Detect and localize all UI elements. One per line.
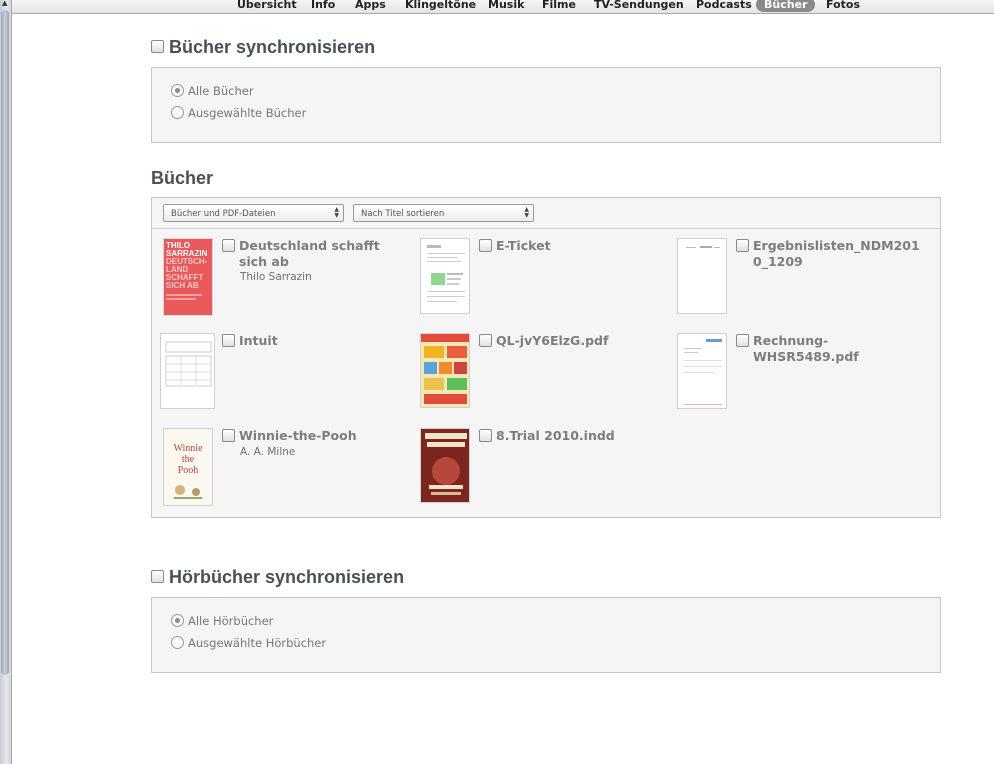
book-checkbox[interactable] (479, 429, 492, 442)
books-sort-select[interactable]: Nach Titel sortieren ▲ ▼ (353, 204, 534, 222)
bear-illustration-icon (174, 485, 202, 499)
radio-all-books[interactable]: Alle Bücher (171, 84, 254, 98)
book-cover-ticket (420, 238, 470, 314)
book-checkbox[interactable] (736, 334, 749, 347)
radio-selected-books[interactable]: Ausgewählte Bücher (171, 106, 306, 120)
scroll-up-arrow-icon[interactable]: ▲ (2, 0, 8, 7)
book-checkbox[interactable] (222, 429, 235, 442)
book-item[interactable]: THILO SARRAZIN DEUTSCH- LAND SCHAFFT SIC… (155, 238, 405, 328)
books-filter-select-value: Bücher und PDF-Dateien (171, 209, 276, 219)
tab-overview[interactable]: Übersicht (237, 0, 297, 12)
tab-music[interactable]: Musik (488, 0, 524, 12)
cover-text: Pooh (177, 465, 199, 476)
tab-apps[interactable]: Apps (355, 0, 386, 12)
book-cover-invoice (677, 333, 727, 409)
books-sync-checkbox[interactable] (151, 39, 164, 53)
cover-deco (166, 294, 202, 296)
book-title: Deutschland schafft sich ab (239, 238, 380, 269)
toolbar-divider (152, 228, 940, 229)
radio-all-books-label: Alle Bücher (188, 84, 254, 98)
radio-selected-books-label: Ausgewählte Bücher (188, 106, 307, 120)
book-checkbox[interactable] (222, 239, 235, 252)
scrollbar-thumb[interactable] (1, 10, 9, 675)
book-cover-flyer (420, 333, 470, 408)
book-item[interactable]: 8.Trial 2010.indd (412, 428, 662, 518)
book-title: Ergebnislisten_NDM2010_1209 (753, 238, 920, 269)
book-author: Thilo Sarrazin (240, 271, 312, 283)
cover-text: the (181, 454, 195, 465)
audiobooks-sync-title: Hörbücher synchronisieren (169, 567, 405, 587)
tab-tv-shows[interactable]: TV-Sendungen (594, 0, 684, 12)
audiobooks-sync-header: Hörbücher synchronisieren (151, 567, 404, 588)
book-title: Intuit (239, 333, 278, 348)
book-title: Rechnung-WHSR5489.pdf (753, 333, 859, 364)
cover-deco (166, 298, 196, 300)
tab-movies[interactable]: Filme (542, 0, 576, 12)
form-page-icon (165, 341, 212, 387)
tab-ringtones[interactable]: Klingeltöne (405, 0, 476, 12)
radio-all-audiobooks-indicator[interactable] (171, 614, 184, 627)
book-item[interactable]: Rechnung-WHSR5489.pdf (669, 333, 919, 423)
book-item[interactable]: QL-jvY6ElzG.pdf (412, 333, 662, 423)
book-cover-sarrazin: THILO SARRAZIN DEUTSCH- LAND SCHAFFT SIC… (163, 238, 213, 316)
books-sync-title: Bücher synchronisieren (169, 37, 376, 57)
book-checkbox[interactable] (736, 239, 749, 252)
book-cover-form (160, 333, 215, 409)
cover-text: Winnie (173, 443, 203, 454)
audiobooks-sync-options-box: Alle Hörbücher Ausgewählte Hörbücher (151, 597, 941, 673)
document-page-icon (427, 245, 465, 302)
book-item[interactable]: Ergebnislisten_NDM2010_1209 (669, 238, 920, 328)
radio-all-books-indicator[interactable] (171, 84, 184, 97)
book-item[interactable]: Winnie the Pooh Winnie-the-Pooh A. A. Mi… (155, 428, 405, 518)
audiobooks-sync-checkbox[interactable] (151, 569, 164, 583)
radio-selected-audiobooks-indicator[interactable] (171, 636, 184, 649)
flyer-icon (421, 334, 469, 404)
tab-bar: Übersicht Info Apps Klingeltöne Musik Fi… (12, 0, 994, 14)
book-cover-poster (420, 428, 470, 503)
books-sync-header: Bücher synchronisieren (151, 37, 375, 58)
radio-all-audiobooks-label: Alle Hörbücher (188, 614, 274, 628)
tab-info[interactable]: Info (311, 0, 335, 12)
radio-selected-books-indicator[interactable] (171, 106, 184, 119)
books-heading: Bücher (151, 168, 214, 188)
select-arrows-icon: ▲ ▼ (524, 206, 529, 219)
poster-icon (421, 429, 469, 502)
radio-selected-audiobooks-label: Ausgewählte Hörbücher (188, 636, 327, 650)
book-checkbox[interactable] (222, 334, 235, 347)
tab-podcasts[interactable]: Podcasts (696, 0, 752, 12)
book-title: 8.Trial 2010.indd (496, 428, 615, 443)
window-left-edge: ▲ (0, 0, 12, 764)
book-checkbox[interactable] (479, 239, 492, 252)
radio-all-audiobooks[interactable]: Alle Hörbücher (171, 614, 273, 628)
books-list-box: Bücher und PDF-Dateien ▲ ▼ Nach Titel sor… (151, 197, 941, 518)
select-arrows-icon: ▲ ▼ (334, 206, 339, 219)
book-checkbox[interactable] (479, 334, 492, 347)
book-title: E-Ticket (496, 238, 551, 253)
book-author: A. A. Milne (240, 446, 296, 458)
books-filter-select[interactable]: Bücher und PDF-Dateien ▲ ▼ (163, 204, 344, 222)
book-title: QL-jvY6ElzG.pdf (496, 333, 609, 348)
book-title: Winnie-the-Pooh (239, 428, 357, 443)
book-cover-doc (677, 238, 727, 314)
book-item[interactable]: Intuit (155, 333, 405, 423)
tab-photos[interactable]: Fotos (826, 0, 860, 12)
radio-selected-audiobooks[interactable]: Ausgewählte Hörbücher (171, 636, 326, 650)
document-page-icon (686, 246, 720, 248)
tab-books[interactable]: Bücher (756, 0, 816, 12)
books-sort-select-value: Nach Titel sortieren (361, 209, 445, 219)
books-sync-options-box: Alle Bücher Ausgewählte Bücher (151, 67, 941, 143)
invoice-page-icon (684, 339, 722, 405)
book-cover-pooh: Winnie the Pooh (163, 428, 213, 506)
book-item[interactable]: E-Ticket (412, 238, 662, 328)
cover-text: SICH AB (166, 281, 199, 290)
